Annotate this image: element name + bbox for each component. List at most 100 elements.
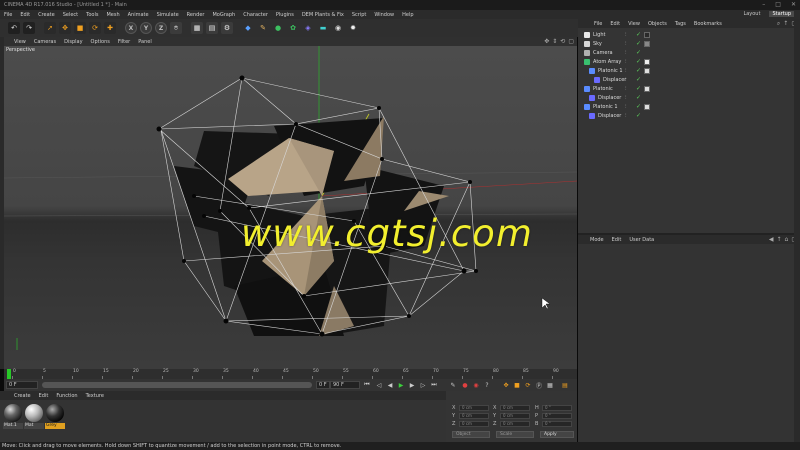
viewport-menu-panel[interactable]: Panel	[134, 39, 156, 45]
object-tag-icon[interactable]	[644, 32, 650, 38]
size-z-field[interactable]: 0 cm	[500, 421, 530, 427]
object-menu-view[interactable]: View	[624, 21, 644, 27]
rotate-tool-icon[interactable]: ⟳	[89, 22, 101, 34]
timeline-menu-icon[interactable]: ▤	[560, 380, 570, 390]
object-tag-icon[interactable]	[644, 59, 650, 65]
z-axis-lock-icon[interactable]: Z	[155, 22, 167, 34]
object-name[interactable]: Light	[593, 32, 605, 38]
minimize-button[interactable]: –	[762, 1, 765, 8]
material-menu-function[interactable]: Function	[52, 393, 81, 399]
object-tag-icon[interactable]	[644, 86, 650, 92]
floor-icon[interactable]: ▬	[317, 22, 329, 34]
menu-window[interactable]: Window	[370, 12, 398, 18]
visibility-dots-icon[interactable]: ⁝	[625, 32, 627, 38]
material-swatch[interactable]: Mat.1	[3, 403, 23, 429]
pen-icon[interactable]: ✎	[257, 22, 269, 34]
select-tool-icon[interactable]: ➚	[44, 22, 56, 34]
object-tag-icon[interactable]	[644, 104, 650, 110]
menu-edit[interactable]: Edit	[16, 12, 34, 18]
viewport-menu-view[interactable]: View	[10, 39, 30, 45]
object-menu-file[interactable]: File	[590, 21, 606, 27]
menu-file[interactable]: File	[0, 12, 16, 18]
y-axis-lock-icon[interactable]: Y	[140, 22, 152, 34]
object-row[interactable]: Atom Array ⁝ ✓	[578, 58, 800, 66]
scale-tool-icon[interactable]: ■	[74, 22, 86, 34]
go-to-start-icon[interactable]: ⏮	[362, 380, 372, 390]
menu-render[interactable]: Render	[183, 12, 209, 18]
undo-icon[interactable]: ↶	[8, 22, 20, 34]
end-frame-field[interactable]: 90 F	[330, 381, 360, 389]
render-view-icon[interactable]: ▦	[191, 22, 203, 34]
object-tag-icon[interactable]	[644, 41, 650, 47]
enable-check-icon[interactable]: ✓	[636, 85, 641, 92]
menu-tools[interactable]: Tools	[82, 12, 102, 18]
menu-simulate[interactable]: Simulate	[153, 12, 183, 18]
object-row[interactable]: Displacer ⁝ ✓	[578, 76, 800, 84]
material-swatch[interactable]: Grey	[45, 403, 65, 429]
frame-range-slider[interactable]	[42, 382, 312, 388]
coordinate-scale-select[interactable]: Scale	[496, 431, 534, 438]
array-icon[interactable]: ✿	[287, 22, 299, 34]
render-settings-icon[interactable]: ⚙	[221, 22, 233, 34]
object-row[interactable]: Sky ⁝ ✓	[578, 40, 800, 48]
object-menu-edit[interactable]: Edit	[606, 21, 624, 27]
object-name[interactable]: Displacer	[598, 113, 621, 119]
key-scale-icon[interactable]: ■	[512, 380, 522, 390]
visibility-dots-icon[interactable]: ⁝	[625, 77, 627, 83]
enable-check-icon[interactable]: ✓	[636, 103, 641, 110]
enable-check-icon[interactable]: ✓	[636, 49, 641, 56]
attribute-menu-edit[interactable]: Edit	[608, 237, 626, 243]
back-arrow-icon[interactable]: ◀	[769, 236, 774, 243]
close-button[interactable]: ✕	[791, 1, 796, 8]
go-to-end-icon[interactable]: ⏭	[429, 380, 439, 390]
viewport-menu-cameras[interactable]: Cameras	[30, 39, 60, 45]
menu-select[interactable]: Select	[59, 12, 82, 18]
timeline-ruler[interactable]: 0 5 10 15 20 25 30 35 40 45 50 55 60 65 70 75 80 85 90	[4, 369, 577, 379]
enable-check-icon[interactable]: ✓	[636, 40, 641, 47]
attribute-menu-user-data[interactable]: User Data	[625, 237, 658, 243]
material-menu-texture[interactable]: Texture	[82, 393, 108, 399]
previous-key-icon[interactable]: ◁	[374, 380, 384, 390]
visibility-dots-icon[interactable]: ⁝	[625, 68, 627, 74]
viewport-menu-filter[interactable]: Filter	[114, 39, 134, 45]
object-row[interactable]: Platonic 1 ⁝ ✓	[578, 103, 800, 111]
deformer-icon[interactable]: ◈	[302, 22, 314, 34]
coordinate-mode-select[interactable]: Object	[452, 431, 490, 438]
visibility-dots-icon[interactable]: ⁝	[625, 113, 627, 119]
material-menu-create[interactable]: Create	[10, 393, 35, 399]
object-name[interactable]: Displacer	[603, 77, 626, 83]
object-menu-objects[interactable]: Objects	[644, 21, 671, 27]
viewport-zoom-icon[interactable]: ⇕	[552, 38, 557, 45]
lock-icon[interactable]: ⌂	[785, 236, 789, 243]
visibility-dots-icon[interactable]: ⁝	[625, 95, 627, 101]
key-pla-icon[interactable]: ▦	[545, 380, 555, 390]
object-row[interactable]: Displacer ⁝ ✓	[578, 112, 800, 120]
attribute-menu-mode[interactable]: Mode	[586, 237, 608, 243]
menu-animate[interactable]: Animate	[124, 12, 153, 18]
render-picture-viewer-icon[interactable]: ▤	[206, 22, 218, 34]
object-name[interactable]: Platonic	[593, 86, 613, 92]
position-z-field[interactable]: 0 cm	[459, 421, 489, 427]
object-row[interactable]: Platonic 1 ⁝ ✓	[578, 67, 800, 75]
menu-mesh[interactable]: Mesh	[102, 12, 123, 18]
cube-icon[interactable]: ◆	[242, 22, 254, 34]
viewport-toggle-icon[interactable]: ▢	[568, 38, 574, 45]
menu-script[interactable]: Script	[348, 12, 371, 18]
enable-check-icon[interactable]: ✓	[636, 94, 641, 101]
object-name[interactable]: Camera	[593, 50, 613, 56]
menu-mograph[interactable]: MoGraph	[208, 12, 239, 18]
next-key-icon[interactable]: ▷	[418, 380, 428, 390]
search-icon[interactable]: ⌕	[777, 20, 780, 28]
next-frame-icon[interactable]: ▶	[407, 380, 417, 390]
key-param-icon[interactable]: Ⓟ	[534, 380, 544, 390]
enable-check-icon[interactable]: ✓	[636, 76, 641, 83]
rotation-b-field[interactable]: 0 °	[542, 421, 572, 427]
up-arrow-icon[interactable]: ↑	[776, 236, 781, 243]
record-icon[interactable]: ●	[460, 380, 470, 390]
key-selection-icon[interactable]: ?	[482, 380, 492, 390]
layout-select[interactable]: Startup	[769, 11, 794, 17]
viewport-rotate-icon[interactable]: ⟲	[560, 38, 565, 45]
object-row[interactable]: Platonic ⁝ ✓	[578, 85, 800, 93]
object-tag-icon[interactable]	[644, 68, 650, 74]
enable-check-icon[interactable]: ✓	[636, 31, 641, 38]
